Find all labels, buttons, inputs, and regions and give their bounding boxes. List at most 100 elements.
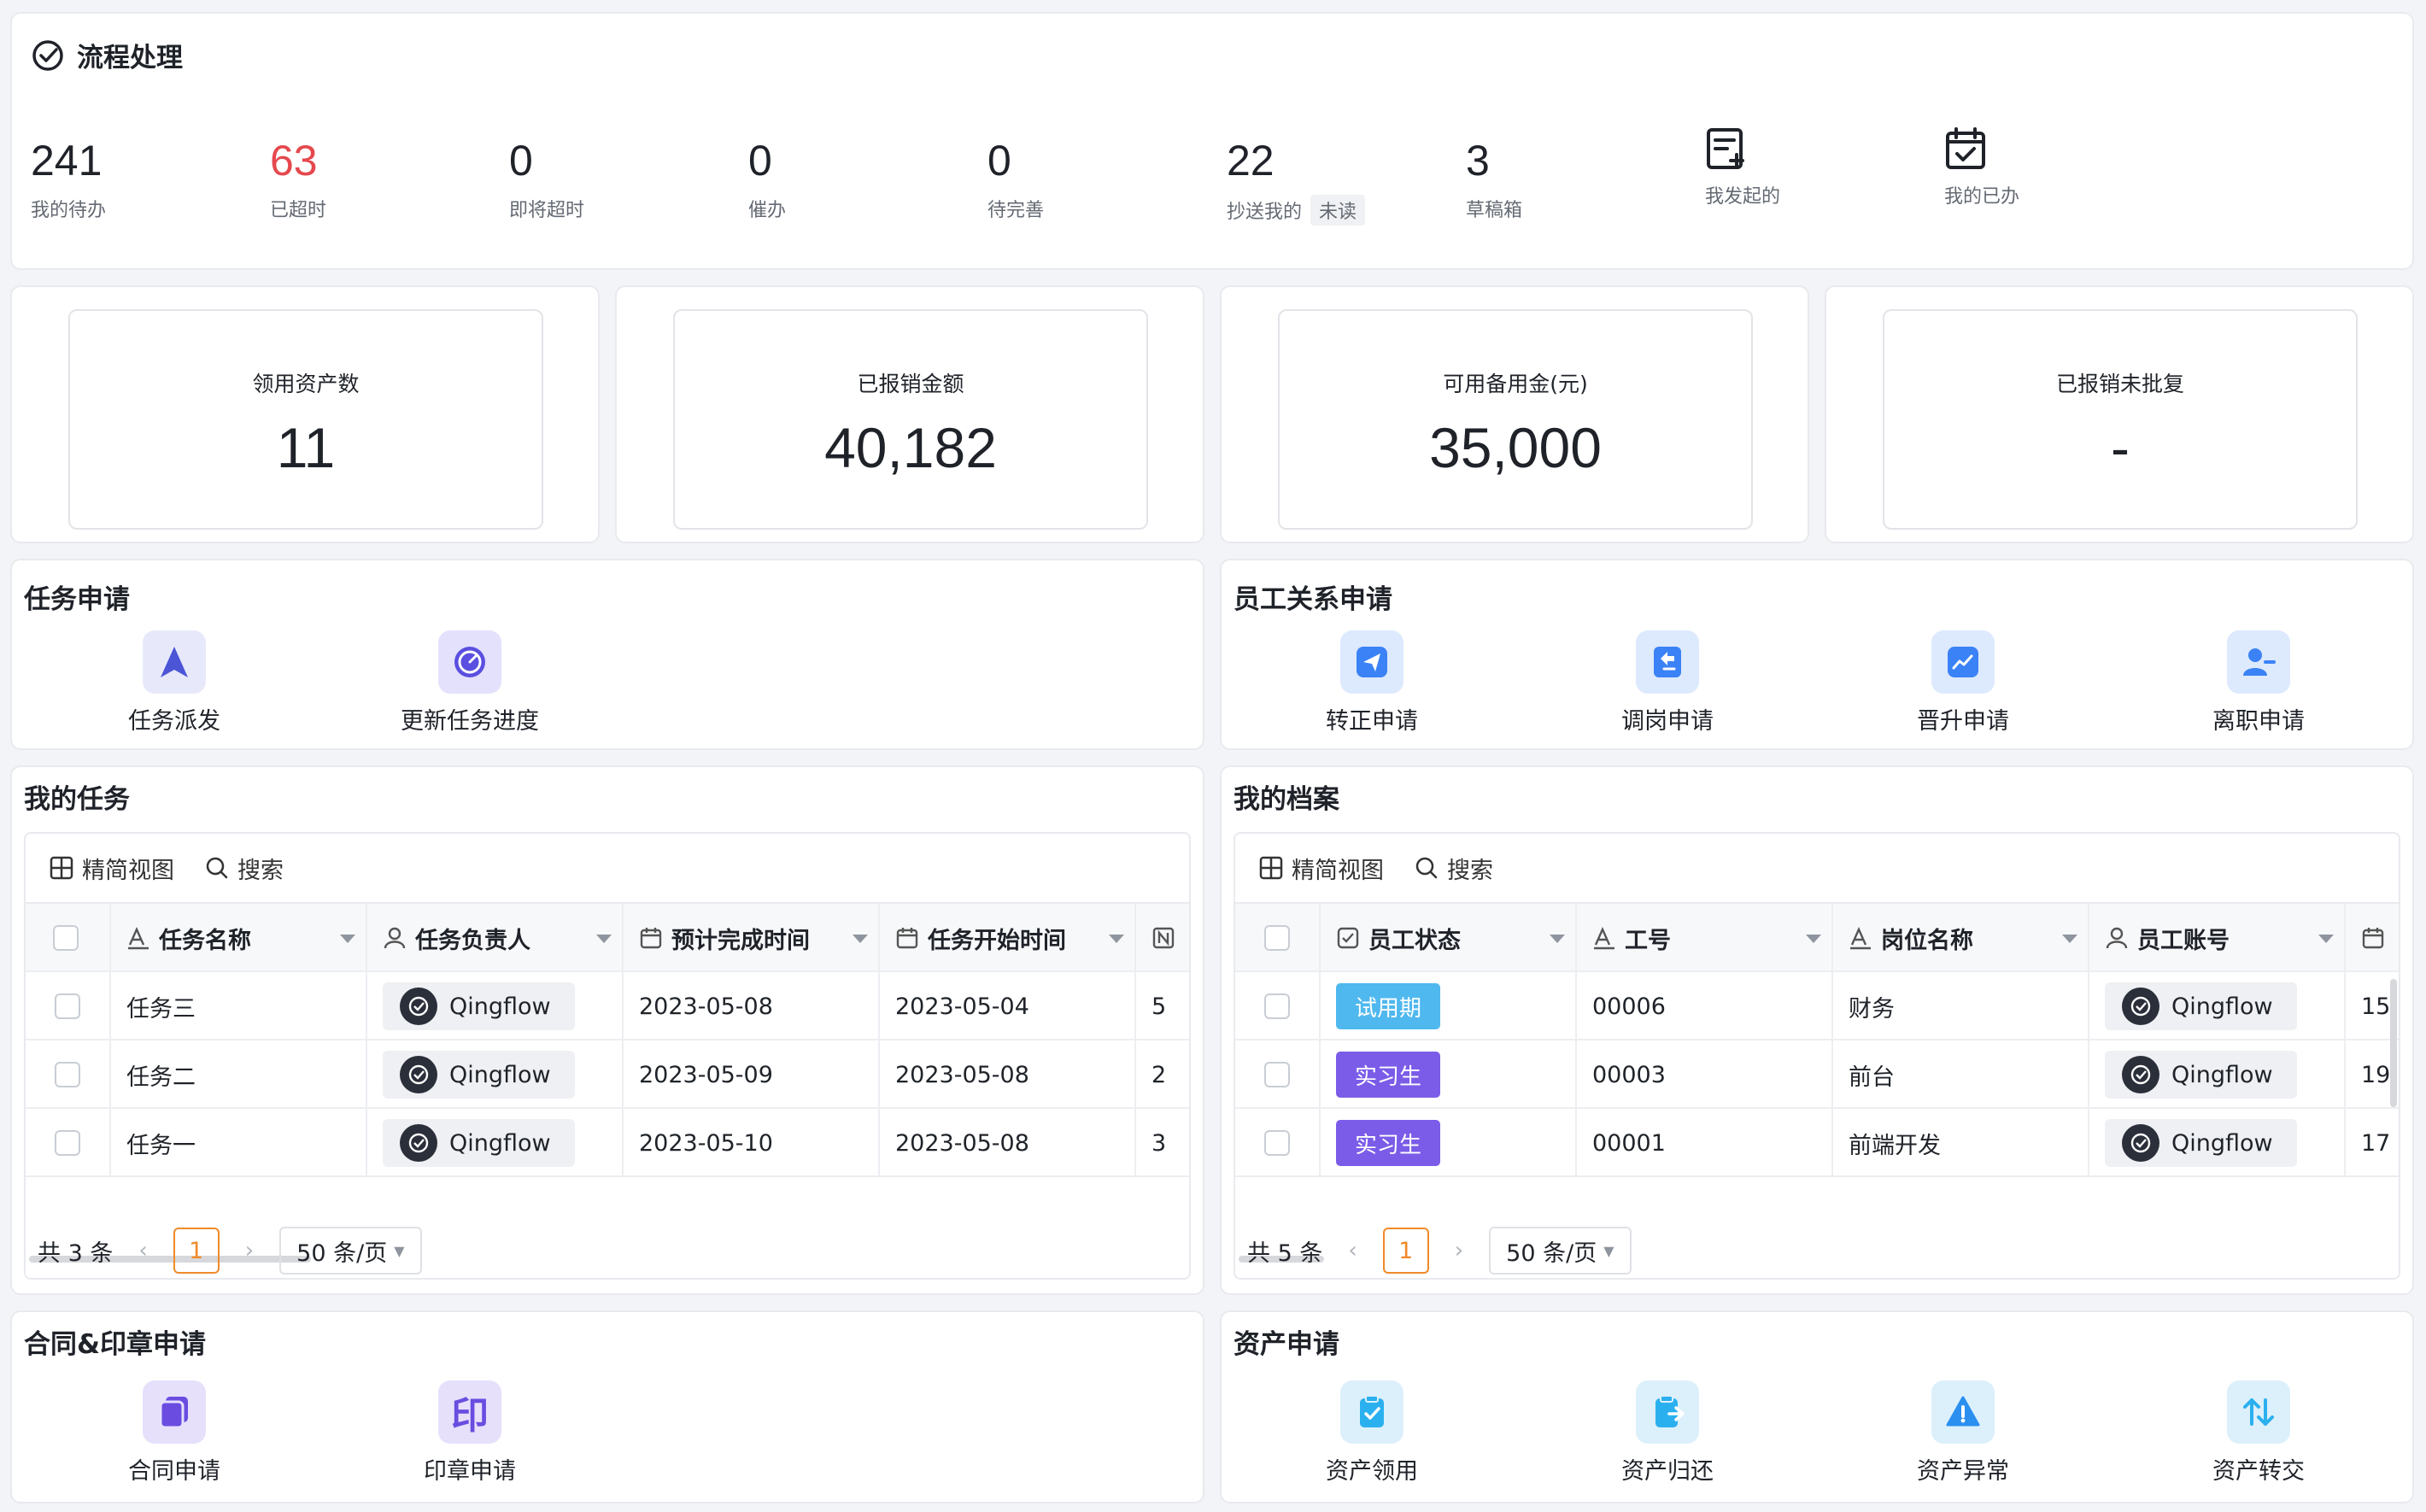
grid-icon [50, 856, 73, 880]
stat-cc-me[interactable]: 22 抄送我的 未读 [1227, 133, 1366, 226]
sort-caret-icon[interactable] [853, 935, 868, 943]
date-value: 17 [2361, 1129, 2391, 1157]
stat-label: 抄送我的 [1227, 202, 1303, 223]
owner-chip[interactable]: Qingflow [383, 982, 575, 1030]
column-header-owner[interactable]: 任务负责人 [367, 904, 624, 972]
owner-chip[interactable]: Qingflow [383, 1119, 575, 1167]
pagination: 共 3 条 ‹ 1 › 50 条/页 ▼ [38, 1227, 422, 1275]
row-checkbox[interactable] [1264, 1130, 1290, 1156]
app-seal[interactable]: 印 印章申请 [384, 1380, 555, 1486]
metric-label: 已报销未批复 [2055, 372, 2184, 396]
stat-to-complete[interactable]: 0 待完善 [987, 133, 1044, 222]
search-button[interactable]: 搜索 [1415, 852, 1493, 885]
app-task-dispatch[interactable]: 任务派发 [89, 630, 260, 735]
select-all-checkbox[interactable] [53, 925, 79, 951]
sort-caret-icon[interactable] [340, 935, 355, 943]
my-tasks-card: 我的任务 精简视图 搜索 任务名称 任务负责人 预计完成时间 任务开始时间 任务… [10, 765, 1204, 1295]
prev-page-icon[interactable]: ‹ [1348, 1238, 1357, 1263]
compact-view-button[interactable]: 精简视图 [50, 852, 174, 885]
app-label: 调岗申请 [1621, 708, 1714, 735]
owner-chip[interactable]: Qingflow [383, 1051, 575, 1099]
app-asset-transfer[interactable]: 资产转交 [2173, 1380, 2344, 1486]
column-header-date[interactable] [2346, 904, 2399, 972]
select-all-checkbox[interactable] [1264, 925, 1290, 951]
unread-badge: 未读 [1310, 195, 1366, 226]
app-asset-exception[interactable]: 资产异常 [1878, 1380, 2048, 1486]
app-asset-receive[interactable]: 资产领用 [1286, 1380, 1457, 1486]
user-icon [2106, 927, 2128, 949]
table-row[interactable]: 任务二 Qingflow 2023-05-09 2023-05-08 2 [26, 1040, 1189, 1109]
page-size-select[interactable]: 50 条/页 ▼ [1489, 1227, 1632, 1275]
column-header-task-name[interactable]: 任务名称 [111, 904, 367, 972]
page-size-select[interactable]: 50 条/页 ▼ [279, 1227, 422, 1275]
app-promotion[interactable]: 晋升申请 [1878, 630, 2048, 735]
qingflow-logo-icon [2130, 1133, 2151, 1153]
row-checkbox[interactable] [1264, 993, 1290, 1019]
start-date: 2023-05-08 [895, 1129, 1029, 1157]
shortcut-initiated[interactable]: 我发起的 [1705, 126, 1780, 208]
column-header-due[interactable]: 预计完成时间 [624, 904, 880, 972]
column-header-account[interactable]: 员工账号 [2089, 904, 2346, 972]
metric-value: 11 [276, 416, 336, 479]
task-apply-card: 任务申请 任务派发 更新任务进度 [10, 559, 1204, 750]
stat-due-soon[interactable]: 0 即将超时 [509, 133, 584, 222]
current-page[interactable]: 1 [1382, 1228, 1429, 1274]
account-chip[interactable]: Qingflow [2105, 1051, 2297, 1099]
current-page[interactable]: 1 [173, 1228, 220, 1274]
stat-my-todo[interactable]: 241 我的待办 [31, 133, 106, 222]
stat-value: 241 [31, 137, 103, 185]
next-page-icon[interactable]: › [245, 1238, 254, 1263]
vertical-scrollbar[interactable] [2390, 979, 2397, 1107]
table-row[interactable]: 任务一 Qingflow 2023-05-10 2023-05-08 3 [26, 1109, 1189, 1177]
app-resignation[interactable]: 离职申请 [2173, 630, 2344, 735]
app-label: 印章申请 [424, 1458, 516, 1485]
row-checkbox[interactable] [55, 1130, 80, 1156]
sort-caret-icon[interactable] [2062, 935, 2077, 943]
metric-petty-cash: 可用备用金(元) 35,000 [1278, 309, 1753, 530]
column-header-status[interactable]: 员工状态 [1321, 904, 1577, 972]
table-row[interactable]: 任务三 Qingflow 2023-05-08 2023-05-04 5 [26, 972, 1189, 1040]
shortcut-done[interactable]: 我的已办 [1944, 126, 2019, 208]
table-row[interactable]: 试用期 00006 财务 Qingflow 15 [1235, 972, 2399, 1040]
compact-view-button[interactable]: 精简视图 [1259, 852, 1384, 885]
app-asset-return[interactable]: 资产归还 [1582, 1380, 1753, 1486]
row-checkbox[interactable] [55, 993, 80, 1019]
section-title: 资产申请 [1234, 1329, 1339, 1360]
sort-caret-icon[interactable] [1806, 935, 1821, 943]
text-field-icon [1594, 927, 1614, 950]
sort-caret-icon[interactable] [1109, 935, 1124, 943]
prev-page-icon[interactable]: ‹ [138, 1238, 147, 1263]
row-checkbox[interactable] [1264, 1062, 1290, 1087]
column-header-number[interactable] [1136, 904, 1189, 972]
number-value: 2 [1151, 1061, 1167, 1088]
column-header-position[interactable]: 岗位名称 [1833, 904, 2089, 972]
row-checkbox[interactable] [55, 1062, 80, 1087]
stat-overdue[interactable]: 63 已超时 [270, 133, 326, 222]
table-row[interactable]: 实习生 00003 前台 Qingflow 19 [1235, 1040, 2399, 1109]
avatar [400, 1124, 437, 1162]
account-chip[interactable]: Qingflow [2105, 982, 2297, 1030]
app-transfer[interactable]: 调岗申请 [1582, 630, 1753, 735]
process-card: 流程处理 241 我的待办 63 已超时 0 即将超时 0 催办 0 待完善 2… [10, 12, 2414, 270]
sort-caret-icon[interactable] [1550, 935, 1565, 943]
column-header-emp-id[interactable]: 工号 [1577, 904, 1833, 972]
account-chip[interactable]: Qingflow [2105, 1119, 2297, 1167]
app-regularization[interactable]: 转正申请 [1286, 630, 1457, 735]
table-row[interactable]: 实习生 00001 前端开发 Qingflow 17 [1235, 1109, 2399, 1177]
status-badge: 实习生 [1336, 1120, 1441, 1166]
stat-urge[interactable]: 0 催办 [748, 133, 786, 222]
next-page-icon[interactable]: › [1455, 1238, 1463, 1263]
search-button[interactable]: 搜索 [205, 852, 284, 885]
clipboard-return-icon [1655, 1395, 1685, 1427]
stat-value: 0 [987, 137, 1011, 185]
stat-drafts[interactable]: 3 草稿箱 [1466, 133, 1522, 222]
column-header-start[interactable]: 任务开始时间 [880, 904, 1136, 972]
sort-caret-icon[interactable] [2318, 935, 2334, 943]
date-value: 15 [2361, 993, 2391, 1020]
gauge-icon [454, 647, 485, 677]
sort-caret-icon[interactable] [596, 935, 612, 943]
app-contract[interactable]: 合同申请 [89, 1380, 260, 1486]
task-name: 任务一 [126, 1132, 196, 1159]
app-update-progress[interactable]: 更新任务进度 [384, 630, 555, 735]
contract-apply-card: 合同&印章申请 合同申请 印 印章申请 [10, 1310, 1204, 1503]
